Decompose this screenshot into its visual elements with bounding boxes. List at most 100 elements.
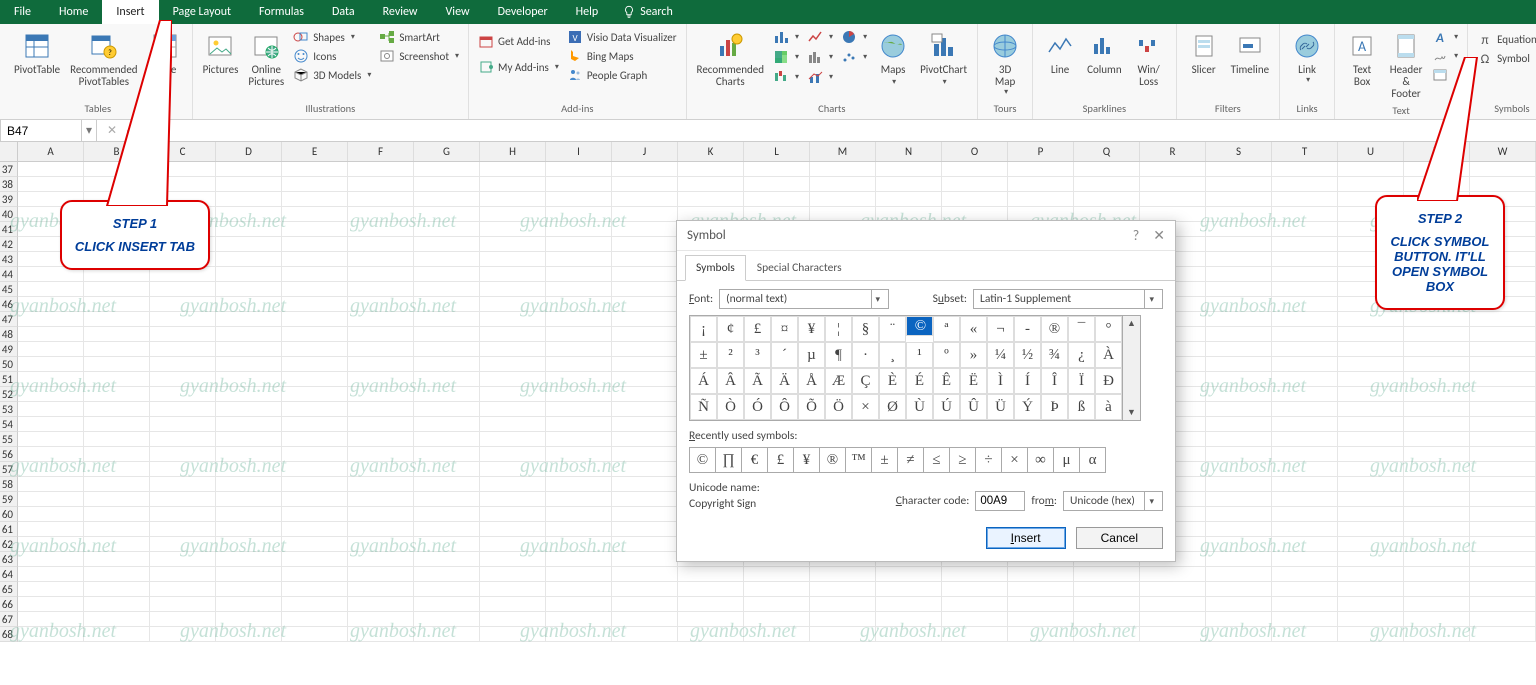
cell[interactable] [348, 597, 414, 612]
cell[interactable] [1272, 627, 1338, 642]
cell[interactable] [150, 297, 216, 312]
cell[interactable] [414, 222, 480, 237]
cell[interactable] [546, 477, 612, 492]
cell[interactable] [546, 417, 612, 432]
row-header[interactable]: 50 [0, 357, 18, 372]
tab-developer[interactable]: Developer [484, 0, 562, 24]
maps-button[interactable]: Maps▾ [872, 28, 914, 89]
recent-symbol-cell[interactable]: ≠ [897, 447, 924, 473]
cell[interactable] [678, 582, 744, 597]
symbol-cell[interactable]: Ú [933, 394, 960, 420]
cell[interactable] [1404, 612, 1470, 627]
cell[interactable] [1074, 582, 1140, 597]
cell[interactable] [942, 177, 1008, 192]
cell[interactable] [744, 192, 810, 207]
cell[interactable] [1404, 492, 1470, 507]
cell[interactable] [414, 462, 480, 477]
cell[interactable] [282, 327, 348, 342]
cell[interactable] [282, 537, 348, 552]
cell[interactable] [216, 537, 282, 552]
cell[interactable] [150, 627, 216, 642]
cell[interactable] [1272, 282, 1338, 297]
column-header[interactable]: F [348, 142, 414, 161]
cell[interactable] [216, 162, 282, 177]
cell[interactable] [282, 162, 348, 177]
cell[interactable] [1470, 492, 1536, 507]
cell[interactable] [1272, 297, 1338, 312]
cell[interactable] [810, 192, 876, 207]
cell[interactable] [348, 462, 414, 477]
cell[interactable] [480, 507, 546, 522]
cell[interactable] [348, 477, 414, 492]
cell[interactable] [18, 357, 84, 372]
cell[interactable] [480, 402, 546, 417]
cell[interactable] [612, 252, 678, 267]
cell[interactable] [1272, 357, 1338, 372]
symbol-cell[interactable]: À [1095, 342, 1122, 368]
cell[interactable] [348, 222, 414, 237]
cell[interactable] [480, 582, 546, 597]
cell[interactable] [1206, 162, 1272, 177]
pivotchart-button[interactable]: PivotChart▾ [916, 28, 971, 89]
cell[interactable] [414, 537, 480, 552]
cell[interactable] [282, 417, 348, 432]
cell[interactable] [348, 417, 414, 432]
cell[interactable] [1404, 597, 1470, 612]
row-header[interactable]: 53 [0, 402, 18, 417]
row-header[interactable]: 38 [0, 177, 18, 192]
cell[interactable] [282, 402, 348, 417]
cell[interactable] [876, 177, 942, 192]
cell[interactable] [810, 177, 876, 192]
cell[interactable] [546, 282, 612, 297]
cell[interactable] [216, 627, 282, 642]
cell[interactable] [414, 597, 480, 612]
symbol-cell[interactable]: ½ [1014, 342, 1041, 368]
recent-symbol-cell[interactable]: ÷ [975, 447, 1002, 473]
cell[interactable] [216, 492, 282, 507]
cell[interactable] [546, 567, 612, 582]
cell[interactable] [546, 372, 612, 387]
dialog-titlebar[interactable]: Symbol ? ✕ [677, 221, 1175, 251]
tab-home[interactable]: Home [45, 0, 102, 24]
cell[interactable] [1470, 522, 1536, 537]
cell[interactable] [612, 357, 678, 372]
symbol-grid[interactable]: ¡¢£¤¥¦§¨©ª«¬-®¯°±²³´µ¶·¸¹º»¼½¾¿ÀÁÂÃÄÅÆÇÈ… [689, 315, 1123, 421]
column-header[interactable]: M [810, 142, 876, 161]
symbol-cell[interactable]: Â [717, 368, 744, 394]
cell[interactable] [1338, 387, 1404, 402]
name-box-dropdown[interactable]: ▾ [82, 120, 97, 141]
cell[interactable] [1272, 417, 1338, 432]
cell[interactable] [348, 297, 414, 312]
cell[interactable] [1206, 627, 1272, 642]
waterfall-chart-button[interactable]: ▾ [770, 68, 802, 86]
cell[interactable] [216, 297, 282, 312]
cell[interactable] [612, 327, 678, 342]
cell[interactable] [282, 567, 348, 582]
cell[interactable] [480, 297, 546, 312]
cell[interactable] [84, 432, 150, 447]
cell[interactable] [348, 372, 414, 387]
recent-symbol-cell[interactable]: ≥ [949, 447, 976, 473]
cell[interactable] [1272, 432, 1338, 447]
cell[interactable] [282, 432, 348, 447]
cell[interactable] [546, 207, 612, 222]
symbol-cell[interactable]: Û [960, 394, 987, 420]
symbol-cell[interactable]: ¨ [879, 316, 906, 342]
screenshot-button[interactable]: Screenshot▾ [376, 47, 462, 65]
shapes-button[interactable]: Shapes▾ [290, 28, 374, 46]
cell[interactable] [1206, 192, 1272, 207]
cell[interactable] [216, 552, 282, 567]
symbol-cell[interactable]: © [906, 316, 933, 336]
tab-formulas[interactable]: Formulas [245, 0, 318, 24]
cell[interactable] [282, 222, 348, 237]
timeline-button[interactable]: Timeline [1227, 28, 1273, 78]
cell[interactable] [1206, 207, 1272, 222]
bing-maps-button[interactable]: Bing Maps [564, 47, 680, 65]
cell[interactable] [612, 162, 678, 177]
cell[interactable] [1206, 297, 1272, 312]
cell[interactable] [282, 267, 348, 282]
cell[interactable] [1140, 627, 1206, 642]
cell[interactable] [612, 432, 678, 447]
row-header[interactable]: 60 [0, 507, 18, 522]
cell[interactable] [1470, 507, 1536, 522]
